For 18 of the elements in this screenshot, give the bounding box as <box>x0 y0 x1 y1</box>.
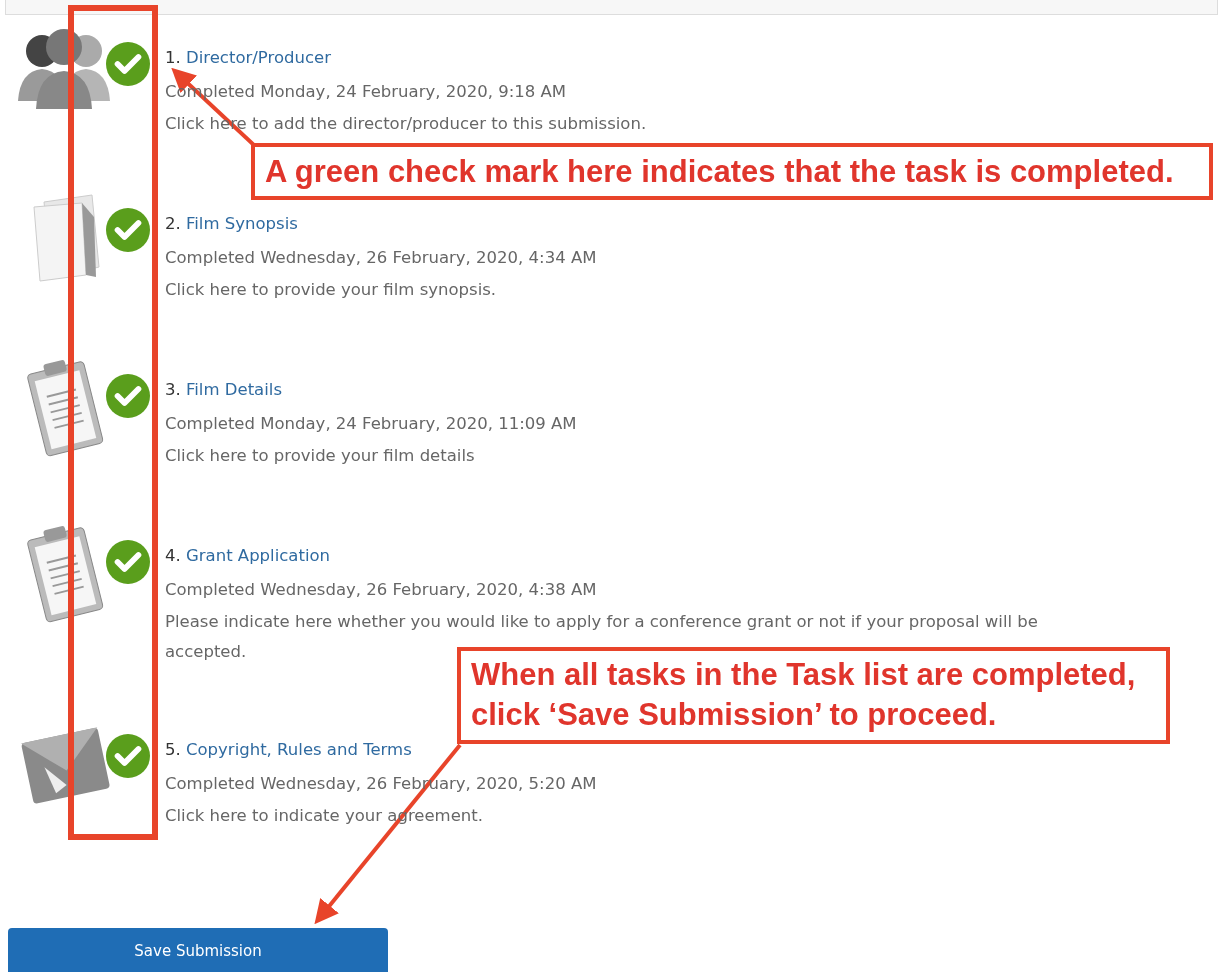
task-number: 1. <box>165 48 181 67</box>
task-number: 5. <box>165 740 181 759</box>
completion-status: Completed Monday, 24 February, 2020, 11:09 AM <box>165 413 578 435</box>
task-link[interactable]: Film Synopsis <box>186 214 298 233</box>
annotation-callout: A green check mark here indicates that the task is completed. <box>251 143 1213 200</box>
completion-status: Completed Wednesday, 26 February, 2020, 4:38 AM <box>165 579 598 601</box>
task-number: 4. <box>165 546 181 565</box>
task-number: 3. <box>165 380 181 399</box>
task-number: 2. <box>165 214 181 233</box>
task-description: Click here to provide your film details <box>165 445 476 467</box>
task-link[interactable]: Director/Producer <box>186 48 331 67</box>
task-link[interactable]: Copyright, Rules and Terms <box>186 740 412 759</box>
annotation-callout: When all tasks in the Task list are completed, click ‘Save Submission’ to proceed. <box>457 647 1170 744</box>
task-link[interactable]: Grant Application <box>186 546 331 565</box>
task-description: Click here to provide your film synopsis. <box>165 279 498 301</box>
task-link[interactable]: Film Details <box>186 380 282 399</box>
completion-status: Completed Wednesday, 26 February, 2020, 4:34 AM <box>165 247 598 269</box>
save-submission-button[interactable]: Save Submission <box>8 928 388 972</box>
